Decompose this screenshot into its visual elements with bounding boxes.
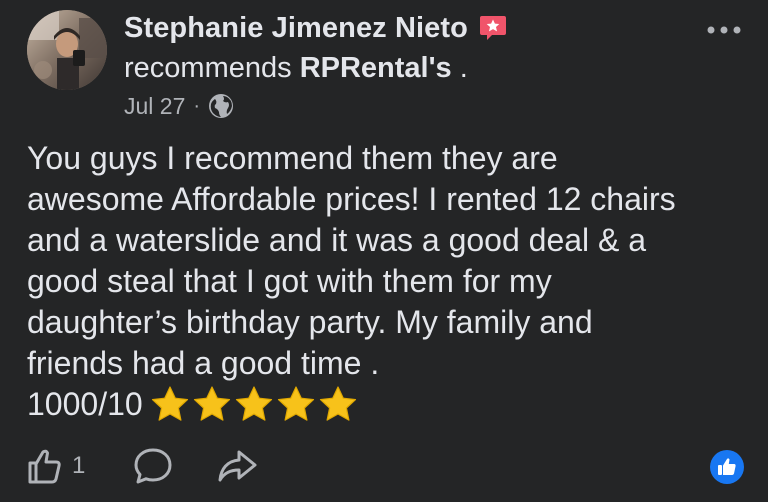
globe-icon[interactable]: [208, 93, 234, 119]
thumbs-up-icon[interactable]: [22, 444, 66, 488]
avatar[interactable]: [27, 10, 107, 90]
star-badge-icon: [478, 13, 508, 43]
post-meta: Jul 27 ·: [124, 90, 234, 122]
avatar-photo: [27, 10, 107, 90]
star-icon: [151, 385, 188, 421]
action-bar: 1: [22, 442, 259, 490]
more-dots-icon[interactable]: [702, 18, 746, 42]
star-icon: [235, 385, 272, 421]
trailing-text: .: [451, 52, 468, 84]
author-name[interactable]: Stephanie Jimenez Nieto: [124, 12, 468, 45]
star-icon: [319, 385, 356, 421]
comment-icon[interactable]: [131, 444, 175, 488]
page-name-link[interactable]: RPRental's: [300, 52, 452, 84]
post-card: Stephanie Jimenez Nieto recommends RPRen…: [0, 0, 768, 502]
post-body: You guys I recommend them they are aweso…: [27, 140, 676, 381]
like-reaction-icon[interactable]: [709, 449, 745, 485]
recommendation-line: recommends RPRental's .: [124, 52, 468, 85]
star-icon: [193, 385, 230, 421]
post-date[interactable]: Jul 27: [124, 93, 185, 120]
author-row: Stephanie Jimenez Nieto: [124, 10, 508, 46]
meta-separator: ·: [193, 94, 201, 117]
like-count[interactable]: 1: [72, 452, 85, 480]
star-icon: [277, 385, 314, 421]
star-rating: [149, 384, 359, 426]
rating-text: 1000/10: [27, 386, 143, 422]
recommends-text: recommends: [124, 52, 292, 84]
share-icon[interactable]: [215, 444, 259, 488]
rating-row: 1000/10: [27, 384, 359, 425]
